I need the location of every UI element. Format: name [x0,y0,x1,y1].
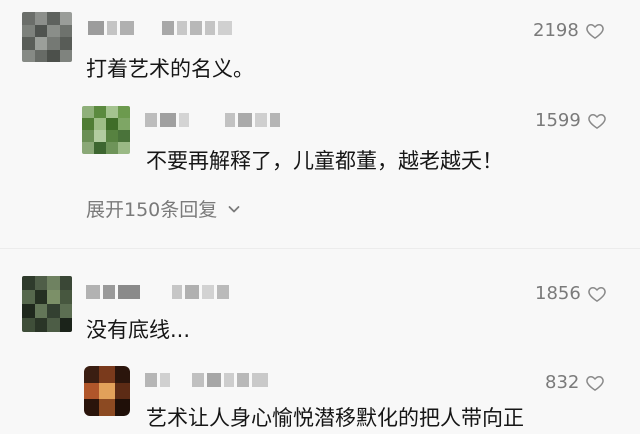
like-count: 832 [545,372,580,393]
heart-outline-icon [588,286,606,302]
heart-outline-icon [588,113,606,129]
reply-text: 不要再解释了，儿童都董，越老越夭！ [146,149,503,173]
comment-text: 没有底线... [86,318,191,342]
avatar[interactable] [22,12,72,62]
comment-text: 打着艺术的名义。 [86,57,254,81]
username-blurred[interactable] [86,284,232,300]
avatar[interactable] [22,276,72,332]
like-count: 1856 [535,283,581,304]
chevron-down-icon [228,205,240,212]
reply-text: 艺术让人身心愉悦潜移默化的把人带向正 [146,406,524,430]
username-blurred[interactable] [88,20,235,36]
heart-outline-icon [586,23,604,39]
heart-outline-icon [586,375,605,391]
avatar[interactable] [84,366,130,416]
avatar[interactable] [82,106,130,154]
like-button[interactable]: 832 [545,372,605,393]
username-blurred[interactable] [145,372,271,388]
divider [0,248,640,249]
like-button[interactable]: 2198 [533,20,605,41]
like-button[interactable]: 1856 [535,283,607,304]
expand-replies-button[interactable]: 展开150条回复 [86,195,241,222]
like-count: 2198 [533,20,579,41]
username-blurred[interactable] [145,112,283,128]
expand-replies-label: 展开150条回复 [86,199,218,221]
like-button[interactable]: 1599 [535,110,607,131]
like-count: 1599 [535,110,581,131]
